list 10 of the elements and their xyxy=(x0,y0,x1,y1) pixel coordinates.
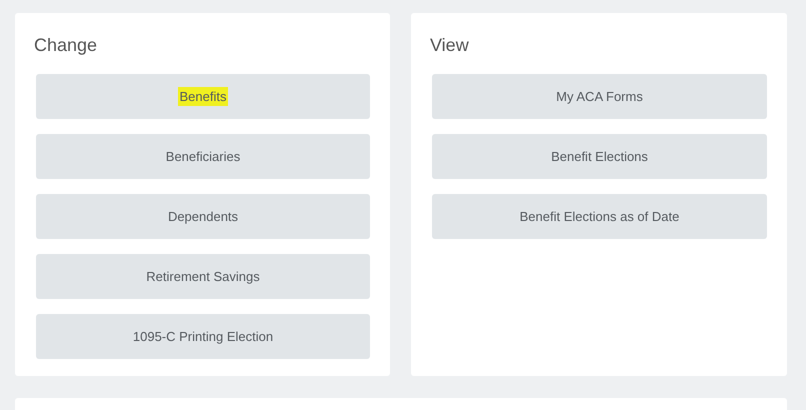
action-button[interactable]: 1095-C Printing Election xyxy=(36,314,370,359)
action-button[interactable]: Benefits xyxy=(36,74,370,119)
action-button[interactable]: Retirement Savings xyxy=(36,254,370,299)
action-button[interactable]: Beneficiaries xyxy=(36,134,370,179)
panel-title: Change xyxy=(34,35,98,57)
action-button[interactable]: Dependents xyxy=(36,194,370,239)
action-button[interactable]: My ACA Forms xyxy=(432,74,767,119)
action-button[interactable]: Benefit Elections xyxy=(432,134,767,179)
action-button[interactable]: Benefit Elections as of Date xyxy=(432,194,767,239)
panel-title: View xyxy=(430,35,470,57)
